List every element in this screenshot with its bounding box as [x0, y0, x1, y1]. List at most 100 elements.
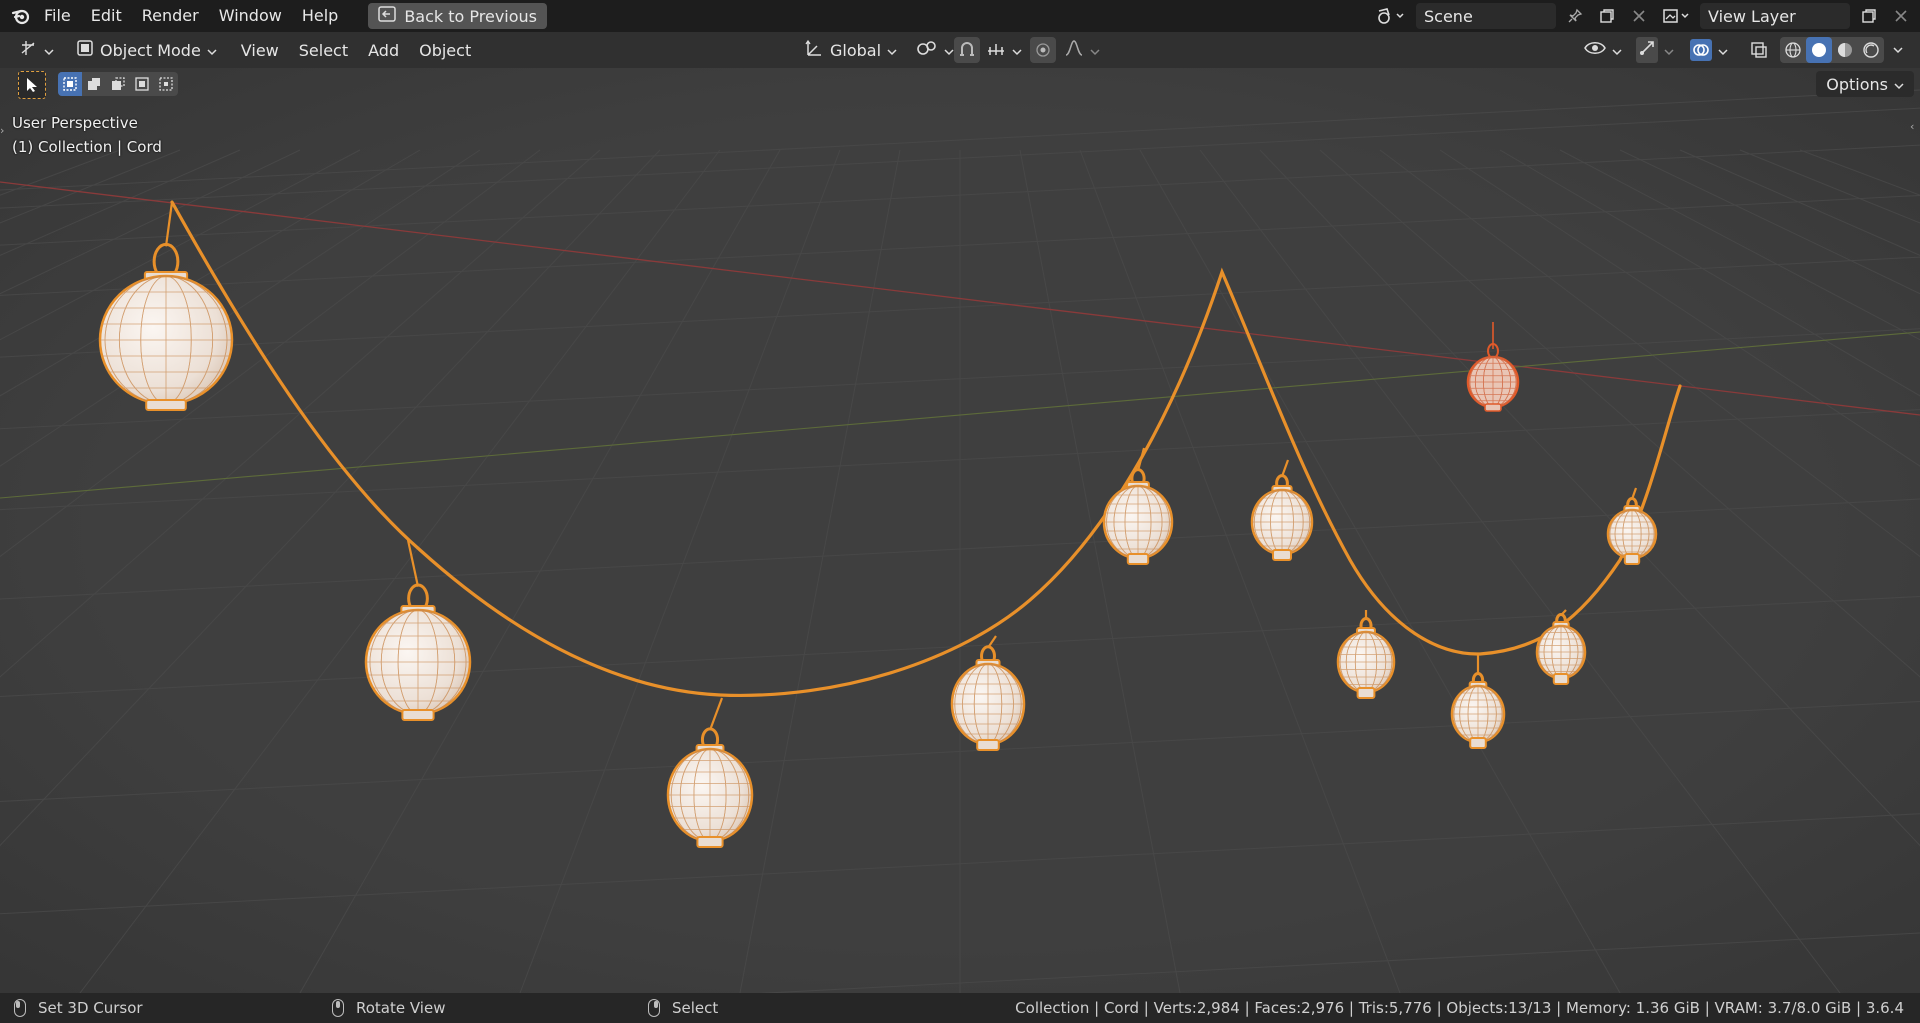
scene-statistics: Collection | Cord | Verts:2,984 | Faces:…	[1015, 999, 1904, 1017]
select-extend-icon[interactable]	[82, 72, 106, 96]
options-label: Options	[1826, 74, 1888, 94]
select-difference-icon[interactable]	[130, 72, 154, 96]
gizmo-dropdown[interactable]	[1628, 37, 1682, 63]
lantern-bottom-cap	[1356, 687, 1376, 699]
object-mode-icon	[76, 39, 94, 61]
chevron-down-icon	[1718, 41, 1728, 60]
red-lantern-bottom-cap	[1484, 403, 1502, 412]
eye-icon	[1584, 39, 1606, 61]
gizmo-icon	[1636, 37, 1658, 63]
overlays-dropdown[interactable]	[1682, 37, 1736, 63]
material-preview-shading-icon[interactable]	[1832, 37, 1858, 63]
menu-render[interactable]: Render	[132, 0, 209, 32]
shading-mode-group	[1780, 37, 1884, 63]
object-mode-dropdown[interactable]: Object Mode	[68, 37, 225, 63]
view-context: (1) Collection | Cord	[12, 138, 162, 156]
proportional-editing-icon[interactable]	[1030, 37, 1056, 63]
back-to-previous-label: Back to Previous	[404, 6, 538, 26]
lantern-bottom-cap	[401, 709, 435, 721]
lantern-bottom-cap	[1623, 553, 1641, 565]
chevron-down-icon	[1612, 41, 1622, 60]
rendered-shading-icon[interactable]	[1858, 37, 1884, 63]
chevron-down-icon	[1894, 75, 1904, 94]
lantern-bottom-cap	[696, 836, 724, 848]
pivot-link-icon	[916, 39, 938, 61]
hint-select: Select	[648, 999, 718, 1017]
chevron-down-icon	[1090, 41, 1100, 60]
3d-viewport[interactable]: User Perspective (1) Collection | Cord ›…	[0, 68, 1920, 993]
select-set-icon[interactable]	[58, 72, 82, 96]
menu-window[interactable]: Window	[209, 0, 292, 32]
scene-name: Scene	[1424, 6, 1473, 26]
visibility-dropdown[interactable]	[1576, 37, 1630, 63]
lantern-bottom-cap	[145, 399, 187, 411]
mouse-left-icon	[14, 999, 26, 1017]
hint-select-label: Select	[672, 999, 719, 1017]
falloff-curve-icon	[1064, 39, 1084, 61]
select-intersect-icon[interactable]	[154, 72, 178, 96]
object-mode-label: Object Mode	[100, 40, 201, 60]
axis-gizmo-icon	[18, 39, 38, 61]
status-bar: Set 3D Cursor Rotate View Select Collect…	[0, 993, 1920, 1023]
viewport-scene[interactable]	[0, 68, 1920, 993]
chevron-down-icon	[207, 41, 217, 60]
blender-logo-icon[interactable]	[8, 3, 34, 29]
selection-mode-group	[58, 72, 178, 96]
toolbar-collapse-arrow-icon[interactable]: ›	[0, 124, 8, 140]
overlays-icon	[1690, 39, 1712, 61]
menu-add[interactable]: Add	[358, 41, 409, 60]
menu-object[interactable]: Object	[409, 41, 481, 60]
back-arrow-icon	[378, 6, 397, 26]
xray-toggle-icon[interactable]	[1746, 37, 1772, 63]
snap-magnet-icon[interactable]	[954, 37, 980, 63]
options-dropdown[interactable]: Options	[1816, 71, 1914, 97]
viewport-header: Object Mode View Select Add Object Globa…	[0, 32, 1920, 68]
transform-orientation-dropdown[interactable]: Global	[796, 37, 905, 63]
scene-selector-icon[interactable]	[1370, 3, 1410, 29]
editor-type-dropdown[interactable]	[10, 37, 62, 63]
scene-name-field[interactable]: Scene	[1416, 3, 1556, 29]
view-layer-selector-icon[interactable]	[1658, 3, 1694, 29]
wireframe-shading-icon[interactable]	[1780, 37, 1806, 63]
menu-file[interactable]: File	[34, 0, 81, 32]
new-view-layer-icon[interactable]	[1856, 3, 1882, 29]
proportional-falloff-dropdown[interactable]	[1056, 37, 1108, 63]
menu-edit[interactable]: Edit	[81, 0, 132, 32]
solid-shading-icon[interactable]	[1806, 37, 1832, 63]
view-name: User Perspective	[12, 114, 138, 132]
shading-options-chevron-icon[interactable]	[1888, 37, 1908, 63]
delete-view-layer-icon[interactable]	[1888, 3, 1914, 29]
snap-increment-icon	[986, 39, 1006, 61]
menu-help[interactable]: Help	[292, 0, 348, 32]
back-to-previous-button[interactable]: Back to Previous	[368, 3, 548, 29]
delete-scene-icon[interactable]	[1626, 3, 1652, 29]
mouse-right-icon	[648, 999, 660, 1017]
chevron-down-icon	[1664, 41, 1674, 60]
hint-rotate-view: Rotate View	[332, 999, 445, 1017]
orientation-axes-icon	[804, 39, 824, 61]
sidebar-collapse-arrow-icon[interactable]: ‹	[1910, 120, 1918, 136]
lantern-bottom-cap	[976, 739, 1000, 751]
menu-select[interactable]: Select	[289, 41, 358, 60]
hint-set-3d-cursor: Set 3D Cursor	[14, 999, 143, 1017]
menu-view[interactable]: View	[231, 41, 289, 60]
pin-icon[interactable]	[1562, 3, 1588, 29]
scene-viewlayer-widgets: Scene View Layer	[1370, 3, 1920, 29]
view-layer-name: View Layer	[1708, 6, 1796, 26]
mouse-middle-icon	[332, 999, 344, 1017]
tool-settings-row: Options	[0, 68, 1920, 100]
chevron-down-icon	[1012, 41, 1022, 60]
top-bar: File Edit Render Window Help Back to Pre…	[0, 0, 1920, 32]
snap-target-dropdown[interactable]	[978, 37, 1030, 63]
new-scene-icon[interactable]	[1594, 3, 1620, 29]
select-subtract-icon[interactable]	[106, 72, 130, 96]
lantern-bottom-cap	[1126, 553, 1150, 565]
chevron-down-icon	[887, 41, 897, 60]
view-layer-name-field[interactable]: View Layer	[1700, 3, 1850, 29]
hint-set-3d-cursor-label: Set 3D Cursor	[38, 999, 143, 1017]
chevron-down-icon	[44, 41, 54, 60]
orientation-label: Global	[830, 40, 882, 60]
chevron-down-icon	[944, 41, 954, 60]
select-tool-button[interactable]	[18, 71, 46, 99]
lantern-bottom-cap	[1552, 673, 1570, 685]
